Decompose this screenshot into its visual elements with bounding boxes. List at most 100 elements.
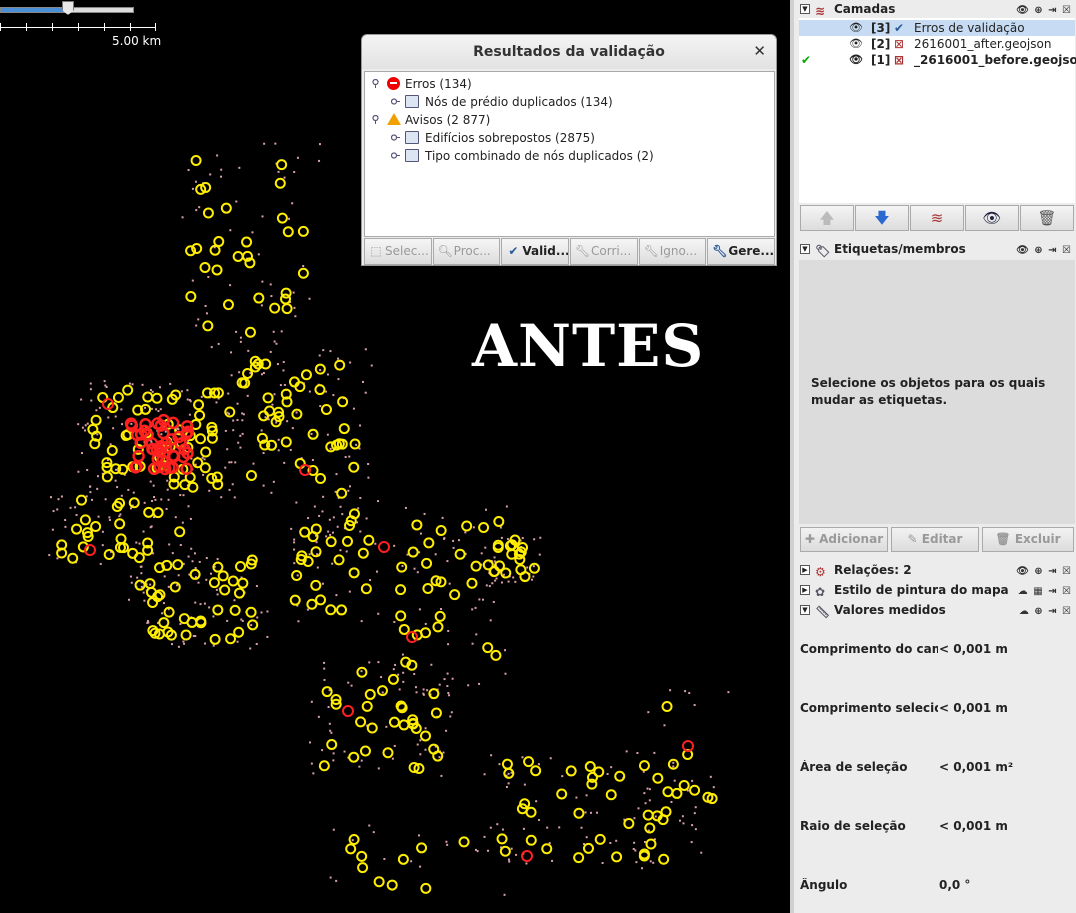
expand-icon[interactable] bbox=[371, 79, 380, 88]
warning-marker[interactable] bbox=[190, 154, 202, 166]
warning-marker[interactable] bbox=[411, 519, 423, 531]
warning-marker[interactable] bbox=[348, 751, 360, 763]
warning-marker[interactable] bbox=[122, 384, 134, 396]
warning-marker[interactable] bbox=[185, 291, 197, 303]
warning-marker[interactable] bbox=[133, 552, 145, 564]
panel-controls[interactable]: 👁︎ ⊕ ⇥ ☒ bbox=[1016, 563, 1072, 581]
warning-marker[interactable] bbox=[202, 207, 214, 219]
warning-marker[interactable] bbox=[307, 428, 319, 440]
warning-marker[interactable] bbox=[134, 579, 146, 591]
tree-node-overlapping-buildings[interactable]: Edifícios sobrepostos (2875) bbox=[365, 129, 774, 147]
warning-marker[interactable] bbox=[363, 534, 375, 546]
warning-marker[interactable] bbox=[645, 838, 657, 850]
warning-marker[interactable] bbox=[605, 789, 617, 801]
warning-marker[interactable] bbox=[623, 817, 635, 829]
warning-marker[interactable] bbox=[395, 610, 407, 622]
warning-marker[interactable] bbox=[326, 738, 338, 750]
warning-marker[interactable] bbox=[338, 423, 350, 435]
map-style-panel-header[interactable]: ▶ ✿ Estilo de pintura do mapa ☁ ▦ ⇥ ☒ bbox=[798, 581, 1074, 599]
warning-marker[interactable] bbox=[276, 159, 288, 171]
visibility-eye-icon[interactable]: 👁︎ bbox=[849, 36, 863, 52]
warning-marker[interactable] bbox=[662, 786, 674, 798]
warning-marker[interactable] bbox=[671, 787, 683, 799]
warning-marker[interactable] bbox=[482, 642, 494, 654]
warning-marker[interactable] bbox=[478, 521, 490, 533]
warning-marker[interactable] bbox=[416, 842, 428, 854]
warning-marker[interactable] bbox=[348, 567, 360, 579]
warning-marker[interactable] bbox=[454, 548, 466, 560]
warning-marker[interactable] bbox=[297, 267, 309, 279]
fix-button[interactable]: 🔧︎Corri... bbox=[570, 238, 638, 265]
warning-marker[interactable] bbox=[281, 303, 293, 315]
tags-panel-header[interactable]: ▼ 🏷︎ Etiquetas/membros 👁︎ ⊕ ⇥ ☒ bbox=[798, 240, 1074, 258]
warning-marker[interactable] bbox=[211, 264, 223, 276]
warning-marker[interactable] bbox=[152, 507, 164, 519]
warning-marker[interactable] bbox=[525, 834, 537, 846]
warning-marker[interactable] bbox=[101, 471, 113, 483]
warning-marker[interactable] bbox=[112, 392, 124, 404]
warning-marker[interactable] bbox=[333, 554, 345, 566]
warning-marker[interactable] bbox=[321, 686, 333, 698]
warning-marker[interactable] bbox=[434, 610, 446, 622]
warning-marker[interactable] bbox=[556, 788, 568, 800]
close-icon[interactable]: ✕ bbox=[753, 42, 766, 60]
warning-marker[interactable] bbox=[594, 833, 606, 845]
warning-marker[interactable] bbox=[449, 589, 461, 601]
warning-marker[interactable] bbox=[310, 546, 322, 558]
warning-marker[interactable] bbox=[359, 745, 371, 757]
layer-item-after[interactable]: 👁︎ [2] ⊠ 2616001_after.geojson bbox=[799, 36, 1075, 52]
warning-marker[interactable] bbox=[422, 582, 434, 594]
warning-marker[interactable] bbox=[407, 546, 419, 558]
warning-marker[interactable] bbox=[541, 843, 553, 855]
warning-marker[interactable] bbox=[638, 760, 650, 772]
warning-marker[interactable] bbox=[306, 598, 318, 610]
collapse-icon[interactable] bbox=[391, 133, 400, 142]
warning-marker[interactable] bbox=[388, 716, 400, 728]
warning-marker[interactable] bbox=[382, 747, 394, 759]
warning-marker[interactable] bbox=[366, 722, 378, 734]
warning-marker[interactable] bbox=[523, 756, 535, 768]
warning-marker[interactable] bbox=[320, 404, 332, 416]
collapse-toggle-icon[interactable]: ▼ bbox=[800, 605, 810, 615]
expand-toggle-icon[interactable]: ▶ bbox=[800, 565, 810, 575]
warning-marker[interactable] bbox=[458, 836, 470, 848]
warning-marker[interactable] bbox=[357, 547, 369, 559]
warning-marker[interactable] bbox=[114, 518, 126, 530]
merge-layers-icon[interactable]: ≋ bbox=[910, 205, 964, 231]
visibility-eye-icon[interactable]: 👁︎ bbox=[849, 52, 863, 68]
warning-marker[interactable] bbox=[348, 461, 360, 473]
error-marker[interactable] bbox=[378, 541, 390, 553]
warning-marker[interactable] bbox=[341, 535, 353, 547]
warning-marker[interactable] bbox=[661, 701, 673, 713]
warning-marker[interactable] bbox=[348, 834, 360, 846]
warning-marker[interactable] bbox=[573, 807, 585, 819]
warning-marker[interactable] bbox=[573, 852, 585, 864]
warning-marker[interactable] bbox=[336, 487, 348, 499]
warning-marker[interactable] bbox=[530, 765, 542, 777]
panel-controls[interactable]: ☁ ▦ ⇥ ☒ bbox=[1018, 583, 1072, 601]
warning-marker[interactable] bbox=[652, 772, 664, 784]
warning-marker[interactable] bbox=[233, 626, 245, 638]
layer-item-before[interactable]: ✔ 👁︎ [1] ⊠ _2616001_before.geojson bbox=[799, 52, 1076, 68]
warning-marker[interactable] bbox=[611, 851, 623, 863]
warning-marker[interactable] bbox=[658, 853, 670, 865]
delete-layer-trash-icon[interactable]: 🗑︎ bbox=[1020, 205, 1074, 231]
ignore-button[interactable]: 🔧︎Igno... bbox=[638, 238, 707, 265]
add-tag-button[interactable]: ✚ Adicionar bbox=[800, 527, 888, 552]
warning-marker[interactable] bbox=[291, 408, 303, 420]
warning-marker[interactable] bbox=[128, 497, 140, 509]
warning-marker[interactable] bbox=[269, 302, 281, 314]
warning-marker[interactable] bbox=[274, 177, 286, 189]
warning-marker[interactable] bbox=[689, 784, 701, 796]
warning-marker[interactable] bbox=[208, 577, 220, 589]
warning-marker[interactable] bbox=[373, 876, 385, 888]
move-up-button[interactable]: 🡅 bbox=[800, 205, 854, 231]
warning-marker[interactable] bbox=[315, 473, 327, 485]
warning-marker[interactable] bbox=[193, 399, 205, 411]
warning-marker[interactable] bbox=[376, 685, 388, 697]
warning-marker[interactable] bbox=[180, 629, 192, 641]
warning-marker[interactable] bbox=[582, 842, 594, 854]
warning-marker[interactable] bbox=[386, 879, 398, 891]
warning-marker[interactable] bbox=[396, 561, 408, 573]
warning-marker[interactable] bbox=[247, 619, 259, 631]
